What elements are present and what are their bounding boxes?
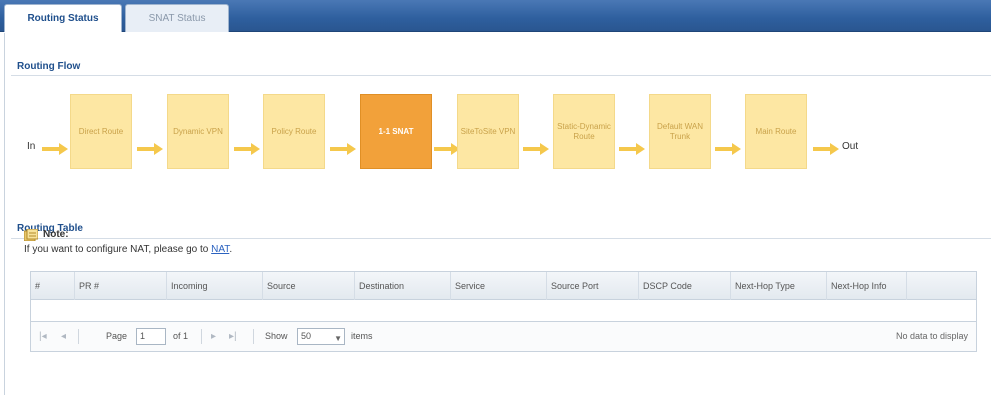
page-label: Page [106, 331, 128, 341]
pager-separator [253, 329, 254, 344]
items-per-page-value: 50 [301, 331, 312, 341]
column-header-dscp-code[interactable]: DSCP Code [639, 272, 731, 300]
flow-arrow-icon [330, 143, 356, 155]
flow-step-site-to-site-vpn: SiteToSite VPN [457, 94, 519, 169]
chevron-down-icon: ▼ [334, 334, 342, 343]
flow-arrow-icon [813, 143, 839, 155]
table-pager: |◂ ◂ Page 1 of 1 ▸ ▸| Show 50 ▼ items No… [31, 321, 976, 351]
column-header-destination[interactable]: Destination [355, 272, 451, 300]
pager-separator [78, 329, 79, 344]
tab-routing-status[interactable]: Routing Status [4, 4, 122, 32]
routing-table-grid: # PR # Incoming Source Destination Servi… [30, 271, 977, 352]
flow-step-dynamic-vpn: Dynamic VPN [167, 94, 229, 169]
items-per-page-select[interactable]: 50 ▼ [297, 328, 345, 345]
column-header-source[interactable]: Source [263, 272, 355, 300]
flow-arrow-icon [715, 143, 741, 155]
flow-step-direct-route: Direct Route [70, 94, 132, 169]
column-header-service[interactable]: Service [451, 272, 547, 300]
flow-out-label: Out [842, 141, 859, 152]
note-text: If you want to configure NAT, please go … [24, 244, 232, 255]
flow-in-label: In [27, 141, 36, 152]
note-icon [24, 229, 38, 241]
table-header: # PR # Incoming Source Destination Servi… [31, 272, 976, 300]
flow-step-policy-route: Policy Route [263, 94, 325, 169]
note-text-end: . [229, 244, 233, 255]
routing-flow-title: Routing Flow [17, 61, 81, 72]
page-number-input[interactable]: 1 [136, 328, 166, 345]
routing-flow-divider [11, 75, 991, 76]
next-page-icon[interactable]: ▸ [211, 331, 216, 342]
flow-step-static-dynamic-route: Static-Dynamic Route [553, 94, 615, 169]
flow-step-main-route: Main Route [745, 94, 807, 169]
routing-table-divider [11, 238, 991, 239]
tab-snat-status[interactable]: SNAT Status [125, 4, 229, 32]
last-page-icon[interactable]: ▸| [229, 331, 237, 342]
pager-separator [201, 329, 202, 344]
flow-arrow-icon [619, 143, 645, 155]
tab-bar: Routing Status SNAT Status [0, 0, 991, 32]
prev-page-icon[interactable]: ◂ [61, 331, 66, 342]
flow-arrow-icon [42, 143, 68, 155]
nat-link[interactable]: NAT [211, 244, 229, 255]
empty-table-message: No data to display [895, 331, 968, 341]
column-header-source-port[interactable]: Source Port [547, 272, 639, 300]
page-count-label: of 1 [173, 331, 189, 341]
column-header-incoming[interactable]: Incoming [167, 272, 263, 300]
flow-arrow-icon [523, 143, 549, 155]
flow-arrow-icon [234, 143, 260, 155]
column-header-index[interactable]: # [31, 272, 75, 300]
column-header-next-hop-type[interactable]: Next-Hop Type [731, 272, 827, 300]
items-label: items [351, 331, 373, 341]
note-title: Note: [43, 229, 69, 240]
column-header-next-hop-info[interactable]: Next-Hop Info [827, 272, 907, 300]
flow-step-one-to-one-snat: 1-1 SNAT [360, 94, 432, 169]
column-header-pr[interactable]: PR # [75, 272, 167, 300]
first-page-icon[interactable]: |◂ [39, 331, 47, 342]
show-label: Show [265, 331, 288, 341]
content-panel: Routing Flow In Direct Route Dynamic VPN… [4, 33, 991, 395]
flow-step-default-wan-trunk: Default WAN Trunk [649, 94, 711, 169]
flow-arrow-icon [137, 143, 163, 155]
note-text-body: If you want to configure NAT, please go … [24, 244, 212, 255]
